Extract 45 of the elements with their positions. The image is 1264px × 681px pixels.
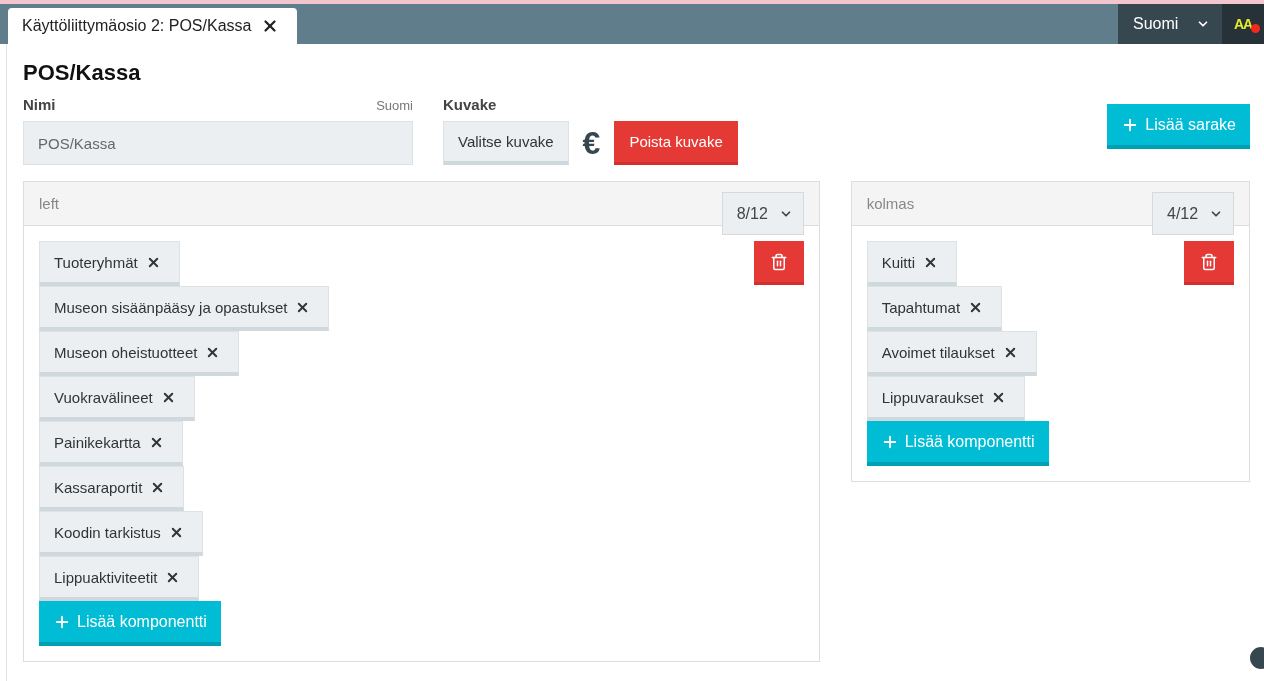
component-chip[interactable]: Avoimet tilaukset bbox=[866, 331, 1037, 376]
component-chip[interactable]: Painikekartta bbox=[39, 421, 183, 466]
component-label: Tapahtumat bbox=[881, 298, 961, 316]
tab-title: Käyttöliittymäosio 2: POS/Kassa bbox=[22, 17, 252, 35]
field-label: Kuvake bbox=[443, 96, 498, 113]
component-label: Lippuaktiviteetit bbox=[54, 568, 158, 586]
name-input[interactable]: POS/Kassa bbox=[23, 121, 413, 165]
language-select[interactable]: Suomi bbox=[1118, 4, 1222, 44]
delete-column-button[interactable] bbox=[753, 241, 804, 285]
component-chip[interactable]: Kuitti bbox=[866, 241, 958, 286]
component-label: Tuoteryhmät bbox=[54, 253, 138, 271]
component-chip[interactable]: Museon oheistuotteet bbox=[39, 331, 240, 376]
width-select[interactable]: 8/12 bbox=[721, 192, 804, 235]
icon-preview: € bbox=[582, 124, 601, 162]
document-tab[interactable]: Käyttöliittymäosio 2: POS/Kassa bbox=[8, 8, 298, 44]
component-label: Avoimet tilaukset bbox=[881, 343, 995, 361]
component-chip[interactable]: Lippuaktiviteetit bbox=[39, 556, 200, 601]
user-avatar[interactable]: AA bbox=[1222, 4, 1264, 44]
component-label: Vuokravälineet bbox=[54, 388, 153, 406]
component-label: Kassaraportit bbox=[54, 478, 143, 496]
component-chip[interactable]: Tapahtumat bbox=[866, 286, 1003, 331]
component-label: Kuitti bbox=[881, 253, 916, 271]
component-chip[interactable]: Tuoteryhmät bbox=[39, 241, 180, 286]
component-label: Painikekartta bbox=[54, 433, 141, 451]
trash-icon bbox=[1200, 252, 1218, 271]
component-label: Museon sisäänpääsy ja opastukset bbox=[54, 298, 288, 316]
component-label: Lippuvaraukset bbox=[881, 388, 984, 406]
language-label: Suomi bbox=[376, 98, 413, 113]
trash-icon bbox=[769, 252, 788, 271]
column-title: left bbox=[39, 195, 59, 212]
column-title: kolmas bbox=[866, 195, 915, 212]
component-chip[interactable]: Koodin tarkistus bbox=[39, 511, 203, 556]
page-title: POS/Kassa bbox=[23, 60, 142, 86]
width-select[interactable]: 4/12 bbox=[1152, 192, 1234, 235]
component-chip[interactable]: Vuokravälineet bbox=[39, 376, 195, 421]
remove-icon-button[interactable]: Poista kuvake bbox=[614, 121, 738, 165]
choose-icon-button[interactable]: Valitse kuvake bbox=[443, 121, 569, 165]
component-chip[interactable]: Lippuvaraukset bbox=[866, 376, 1026, 421]
component-chip[interactable]: Museon sisäänpääsy ja opastukset bbox=[39, 286, 330, 331]
delete-column-button[interactable] bbox=[1184, 241, 1234, 285]
component-label: Koodin tarkistus bbox=[54, 523, 161, 541]
component-chip[interactable]: Kassaraportit bbox=[39, 466, 185, 511]
field-label: Nimi bbox=[23, 96, 56, 113]
component-label: Museon oheistuotteet bbox=[54, 343, 198, 361]
notification-dot bbox=[1251, 24, 1260, 33]
